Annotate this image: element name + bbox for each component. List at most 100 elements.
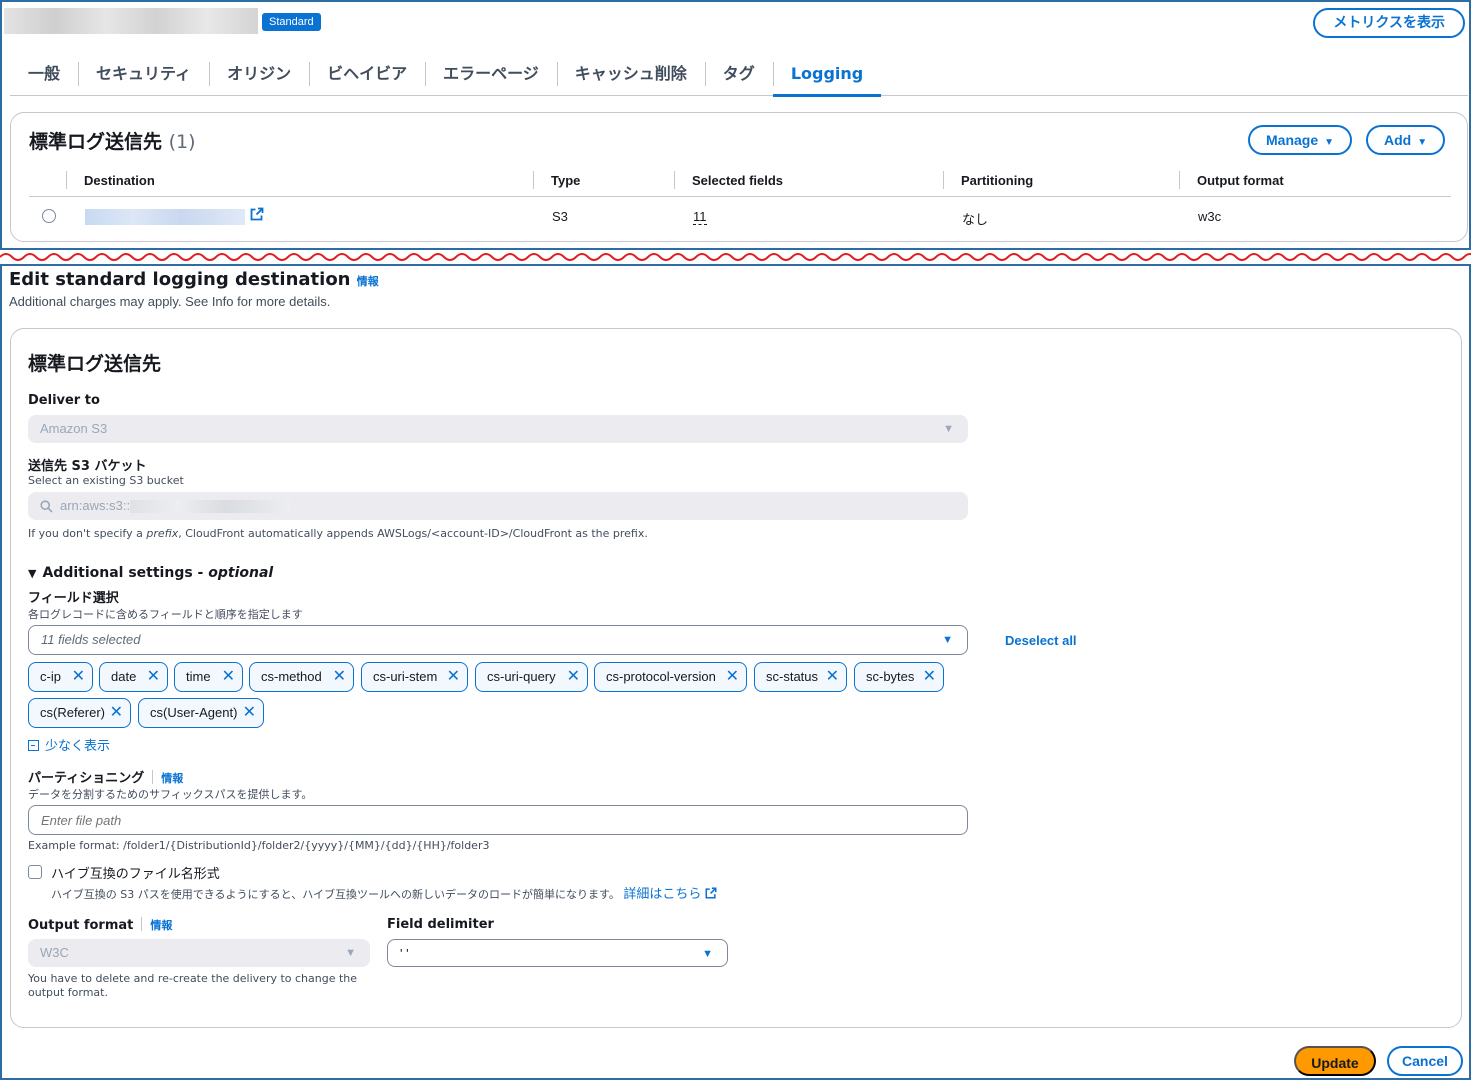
- field-token-label: cs-method: [261, 669, 322, 684]
- log-destinations-count: (1): [168, 131, 196, 153]
- info-link[interactable]: 情報: [161, 772, 183, 785]
- tab-tags[interactable]: タグ: [704, 54, 773, 96]
- close-icon[interactable]: ✕: [447, 663, 460, 691]
- field-token: cs-uri-stem ✕: [361, 662, 468, 692]
- s3-bucket-value: arn:aws:s3:::: [60, 498, 134, 513]
- fields-selected-count: 11 fields selected: [41, 632, 141, 647]
- caret-down-icon: ▼: [28, 567, 37, 580]
- caret-down-icon: ▼: [702, 948, 713, 960]
- manage-button-label: Manage: [1266, 132, 1319, 148]
- add-button-label: Add: [1384, 132, 1412, 148]
- tab-error-pages[interactable]: エラーページ: [425, 54, 557, 96]
- log-destinations-title: 標準ログ送信先 (1): [29, 127, 196, 154]
- learn-more-link[interactable]: 詳細はこちら: [623, 887, 701, 902]
- column-header-partitioning[interactable]: Partitioning: [943, 171, 1033, 189]
- output-format-value: W3C: [40, 945, 69, 960]
- tab-invalidations[interactable]: キャッシュ削除: [556, 54, 705, 96]
- standard-badge: Standard: [262, 13, 321, 31]
- column-header-destination[interactable]: Destination: [66, 171, 155, 189]
- output-format-label-row: Output format 情報: [28, 917, 172, 933]
- hive-compatible-checkbox[interactable]: [28, 865, 42, 879]
- close-icon[interactable]: ✕: [567, 663, 580, 691]
- field-token: cs-method ✕: [249, 662, 354, 692]
- manage-button[interactable]: Manage ▼: [1248, 125, 1353, 155]
- field-token-label: sc-bytes: [866, 669, 915, 684]
- external-link-icon[interactable]: [705, 887, 717, 899]
- column-header-selected-fields[interactable]: Selected fields: [674, 171, 783, 189]
- update-button[interactable]: Update: [1294, 1046, 1376, 1076]
- field-token: c-ip ✕: [28, 662, 93, 692]
- field-token: cs(Referer) ✕: [28, 698, 131, 728]
- close-icon[interactable]: ✕: [110, 699, 123, 727]
- field-token: sc-bytes ✕: [854, 662, 944, 692]
- info-link[interactable]: 情報: [357, 275, 379, 288]
- prefix-hint-post: , CloudFront automatically appends AWSLo…: [178, 527, 648, 540]
- partitioning-example: Example format: /folder1/{DistributionId…: [28, 839, 490, 852]
- external-link-icon[interactable]: [250, 207, 264, 221]
- close-icon[interactable]: ✕: [923, 663, 936, 691]
- close-icon[interactable]: ✕: [826, 663, 839, 691]
- standard-log-destinations-card: 標準ログ送信先 (1) Manage ▼ Add ▼ Destination Typ…: [10, 112, 1468, 242]
- close-icon[interactable]: ✕: [72, 663, 85, 691]
- search-icon: [40, 500, 53, 513]
- edit-logging-panel: Edit standard logging destination 情報 Add…: [0, 264, 1471, 1080]
- s3-bucket-input: arn:aws:s3:::: [28, 492, 968, 520]
- caret-down-icon: ▼: [1324, 137, 1335, 148]
- distribution-name-redacted: [4, 8, 258, 34]
- field-delimiter-label: Field delimiter: [387, 917, 494, 932]
- field-delimiter-select[interactable]: ' ' ▼: [387, 939, 728, 967]
- column-header-type[interactable]: Type: [533, 171, 580, 189]
- edit-page-title: Edit standard logging destination 情報: [9, 269, 379, 290]
- partitioning-path-input[interactable]: [29, 806, 967, 834]
- info-link[interactable]: 情報: [150, 919, 172, 932]
- add-button[interactable]: Add ▼: [1366, 125, 1446, 155]
- tab-behaviors[interactable]: ビヘイビア: [309, 54, 425, 96]
- caret-down-icon: ▼: [943, 423, 954, 435]
- tab-logging[interactable]: Logging: [772, 54, 882, 97]
- cell-selected-fields[interactable]: 11: [693, 209, 707, 225]
- partitioning-path-field: [28, 805, 968, 835]
- output-format-label: Output format: [28, 918, 134, 933]
- close-icon[interactable]: ✕: [222, 663, 235, 691]
- deselect-all-button[interactable]: Deselect all: [1005, 633, 1077, 648]
- field-selection-description: 各ログレコードに含めるフィールドと順序を指定します: [28, 608, 303, 621]
- show-less-link[interactable]: 少なく表示: [28, 735, 110, 754]
- additional-settings-toggle[interactable]: ▼ Additional settings - optional: [28, 565, 273, 581]
- field-token-label: cs-uri-stem: [373, 669, 438, 684]
- collapse-icon: [28, 740, 39, 751]
- field-token-label: sc-status: [766, 669, 819, 684]
- field-token-label: time: [186, 669, 211, 684]
- hive-compatible-description: ハイブ互換の S3 パスを使用できるようにすると、ハイブ互換ツールへの新しいデー…: [51, 883, 717, 902]
- close-icon[interactable]: ✕: [147, 663, 160, 691]
- additional-settings-label: Additional settings -: [42, 565, 209, 581]
- output-format-select: W3C ▼: [28, 939, 370, 967]
- caret-down-icon: ▼: [345, 947, 356, 959]
- caret-down-icon: ▼: [1417, 137, 1428, 148]
- fields-multiselect[interactable]: 11 fields selected ▼: [28, 625, 968, 655]
- log-destinations-title-text: 標準ログ送信先: [29, 131, 163, 153]
- partitioning-label: パーティショニング: [28, 771, 145, 786]
- field-token: date ✕: [99, 662, 168, 692]
- tab-security[interactable]: セキュリティ: [78, 54, 209, 96]
- partitioning-description: データを分割するためのサフィックスパスを提供します。: [28, 788, 313, 801]
- view-metrics-button[interactable]: メトリクスを表示: [1313, 8, 1465, 38]
- deliver-to-value: Amazon S3: [40, 421, 108, 436]
- hive-compatible-label[interactable]: ハイブ互換のファイル名形式: [51, 863, 220, 882]
- output-format-hint: You have to delete and re-create the del…: [28, 972, 358, 999]
- close-icon[interactable]: ✕: [726, 663, 739, 691]
- tab-general[interactable]: 一般: [10, 54, 78, 96]
- column-header-output-format[interactable]: Output format: [1179, 171, 1284, 189]
- cell-partitioning: なし: [962, 212, 989, 227]
- cancel-button[interactable]: Cancel: [1387, 1046, 1463, 1076]
- logging-form-card: 標準ログ送信先 Deliver to Amazon S3 ▼ 送信先 S3 バケ…: [10, 328, 1462, 1028]
- field-token: sc-status ✕: [754, 662, 847, 692]
- destination-link-redacted[interactable]: [85, 209, 245, 225]
- field-token: cs(User-Agent) ✕: [138, 698, 264, 728]
- close-icon[interactable]: ✕: [243, 699, 256, 727]
- close-icon[interactable]: ✕: [333, 663, 346, 691]
- row-select-radio[interactable]: [42, 209, 56, 223]
- field-token-label: c-ip: [40, 669, 61, 684]
- tab-origins[interactable]: オリジン: [209, 54, 309, 96]
- s3-bucket-label: 送信先 S3 バケット: [28, 459, 147, 474]
- table-row: S3 11 なし w3c: [29, 205, 1451, 233]
